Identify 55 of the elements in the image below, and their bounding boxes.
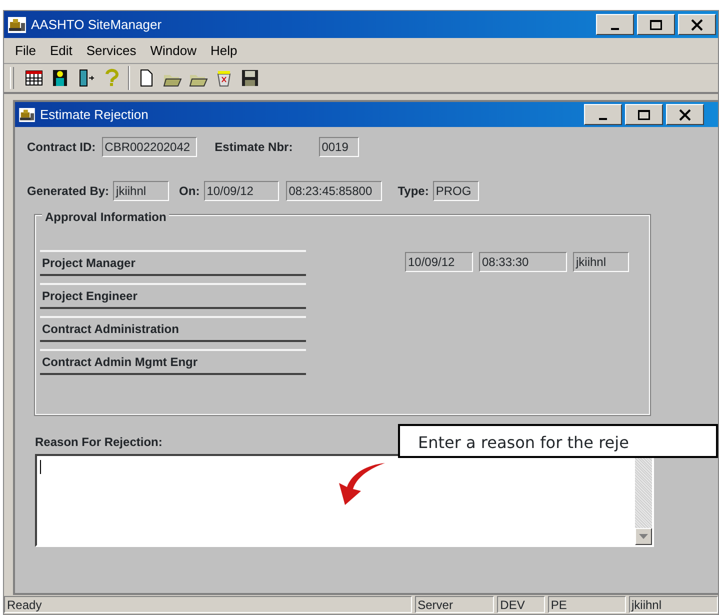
time-field[interactable]: 08:33:30: [479, 252, 567, 272]
date-field[interactable]: 10/09/12: [405, 252, 473, 272]
reason-text-area[interactable]: [35, 454, 654, 547]
minimize-button[interactable]: [596, 14, 634, 35]
field-label: Contract ID:: [27, 139, 96, 156]
minimize-icon: [611, 28, 619, 30]
contract-id-field[interactable]: CBR002202042: [102, 137, 197, 157]
role-label: Project Engineer: [40, 283, 306, 309]
generated-by-field[interactable]: jkiihnl: [113, 181, 170, 201]
maximize-icon: [650, 20, 662, 30]
role-label: Contract Administration: [40, 316, 306, 342]
grid-icon: [24, 68, 44, 88]
toolbar-button[interactable]: [240, 68, 260, 88]
menu-item[interactable]: File: [8, 40, 43, 60]
status-pane: PE: [548, 596, 626, 613]
window-title: Estimate Rejection: [40, 106, 150, 124]
close-button[interactable]: [678, 14, 716, 35]
maximize-icon: [638, 110, 650, 120]
close-icon: [679, 108, 691, 120]
scroll-down-button[interactable]: [635, 528, 652, 545]
time-field[interactable]: 08:23:45:85800: [286, 181, 382, 201]
bulldozer-icon: [19, 108, 35, 122]
close-button[interactable]: [666, 104, 704, 125]
menu-item[interactable]: Edit: [42, 40, 80, 60]
field-label: Reason For Rejection:: [35, 435, 162, 449]
field-label: On:: [179, 183, 200, 200]
person-icon: [50, 68, 70, 88]
estimate-field[interactable]: 0019: [318, 137, 359, 157]
down-arrow-icon: [639, 534, 648, 539]
window-title: AASHTO SiteManager: [31, 16, 163, 34]
date-field[interactable]: 10/09/12: [204, 181, 279, 201]
toolbar-button[interactable]: [24, 68, 44, 88]
role-label: Contract Admin Mgmt Engr: [40, 349, 306, 375]
callout-text: Enter a reason for the reje: [398, 424, 718, 458]
status-pane: DEV: [497, 596, 545, 613]
close-icon: [691, 18, 703, 30]
save-icon: [240, 68, 260, 88]
bulldozer-icon: [8, 17, 26, 34]
role-label: Project Manager: [40, 250, 306, 276]
user-field[interactable]: jkiihnl: [573, 252, 629, 272]
status-pane: Server: [414, 596, 494, 613]
status-pane: Ready: [4, 596, 412, 613]
menu-item[interactable]: Help: [203, 40, 244, 60]
menu-item[interactable]: Services: [79, 40, 144, 60]
minimize-icon: [599, 118, 607, 120]
minimize-button[interactable]: [584, 104, 622, 125]
status-pane: jkiihnl: [628, 596, 718, 613]
maximize-button[interactable]: [637, 14, 675, 35]
menu-item[interactable]: Window: [143, 40, 204, 60]
type-field[interactable]: PROG: [432, 181, 479, 201]
maximize-button[interactable]: [625, 104, 663, 125]
field-label: Type:: [398, 183, 429, 200]
field-label: Estimate Nbr:: [214, 139, 293, 156]
toolbar-button[interactable]: [50, 68, 70, 88]
field-label: Generated By:: [27, 183, 110, 200]
